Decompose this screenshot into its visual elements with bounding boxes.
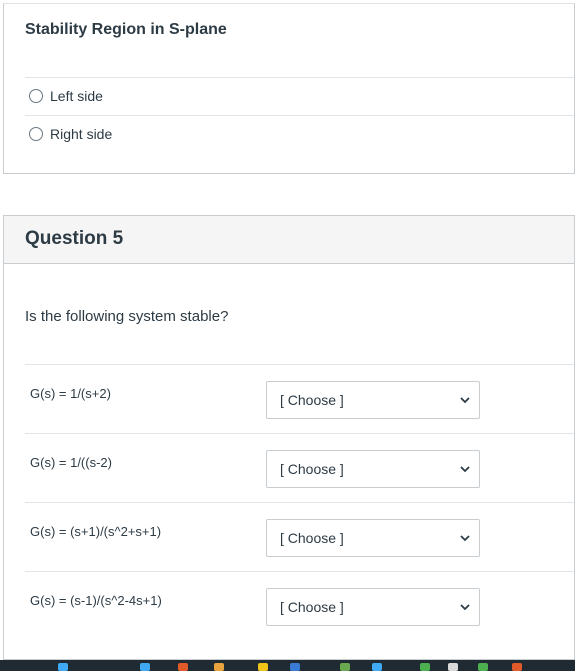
question-4-card: Stability Region in S-plane Left side Ri… [3, 3, 575, 174]
chevron-down-icon [460, 535, 470, 542]
select-value: [ Choose ] [280, 530, 344, 546]
taskbar-app-icon[interactable] [258, 663, 268, 671]
answer-option-label: Left side [50, 88, 103, 104]
divider [25, 364, 574, 365]
transfer-function-label: G(s) = 1/(s+2) [30, 386, 111, 401]
taskbar-app-icon[interactable] [372, 663, 382, 671]
answer-option-right-side[interactable]: Right side [29, 126, 112, 142]
answer-option-left-side[interactable]: Left side [29, 88, 103, 104]
select-value: [ Choose ] [280, 461, 344, 477]
radio-icon[interactable] [29, 89, 43, 103]
question-title: Question 5 [25, 228, 124, 249]
stability-select[interactable]: [ Choose ] [266, 588, 480, 626]
divider [25, 571, 574, 572]
stability-select[interactable]: [ Choose ] [266, 381, 480, 419]
taskbar-app-icon[interactable] [448, 663, 458, 671]
answer-option-label: Right side [50, 126, 113, 142]
radio-icon[interactable] [29, 127, 43, 141]
question-header: Question 5 [4, 216, 574, 264]
taskbar-app-icon[interactable] [512, 663, 522, 671]
taskbar-app-icon[interactable] [178, 663, 188, 671]
divider [25, 115, 574, 116]
question-5-card: Question 5 Is the following system stabl… [3, 215, 575, 660]
stability-select[interactable]: [ Choose ] [266, 519, 480, 557]
taskbar-app-icon[interactable] [290, 663, 300, 671]
taskbar-app-icon[interactable] [478, 663, 488, 671]
taskbar-app-icon[interactable] [140, 663, 150, 671]
divider [25, 77, 574, 78]
divider [25, 502, 574, 503]
transfer-function-label: G(s) = 1/((s-2) [30, 455, 112, 470]
taskbar-app-icon[interactable] [420, 663, 430, 671]
divider [25, 433, 574, 434]
stability-select[interactable]: [ Choose ] [266, 450, 480, 488]
chevron-down-icon [460, 397, 470, 404]
chevron-down-icon [460, 466, 470, 473]
question-prompt: Is the following system stable? [25, 308, 229, 325]
select-value: [ Choose ] [280, 392, 344, 408]
taskbar-app-icon[interactable] [340, 663, 350, 671]
taskbar-app-icon[interactable] [214, 663, 224, 671]
taskbar [0, 660, 575, 671]
transfer-function-label: G(s) = (s-1)/(s^2-4s+1) [30, 593, 162, 608]
transfer-function-label: G(s) = (s+1)/(s^2+s+1) [30, 524, 162, 539]
select-value: [ Choose ] [280, 599, 344, 615]
taskbar-app-icon[interactable] [58, 663, 68, 671]
question-text: Stability Region in S-plane [25, 21, 227, 38]
chevron-down-icon [460, 604, 470, 611]
